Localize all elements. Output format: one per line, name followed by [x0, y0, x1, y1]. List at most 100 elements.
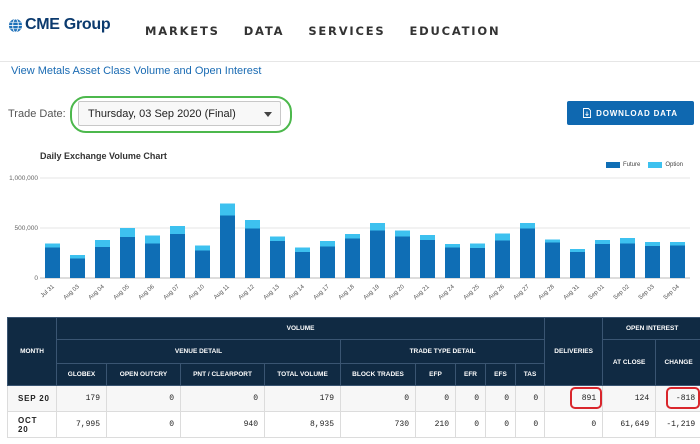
bar-future: [45, 247, 60, 278]
bar-future: [170, 234, 185, 278]
open-outcry-cell: 0: [106, 411, 181, 438]
bar-future: [195, 250, 210, 278]
bar-future: [595, 244, 610, 278]
x-tick-label: Aug 20: [388, 284, 407, 302]
bar-option: [470, 243, 485, 248]
efp-cell: 210: [415, 411, 456, 438]
change-cell: -1,219: [655, 411, 700, 438]
bar-future: [545, 242, 560, 278]
table-row: SEP 20 179 0 0 179 0 0 0 0 0 891 124 -81…: [7, 385, 700, 412]
bar-option: [670, 242, 685, 246]
document-download-icon: [583, 108, 592, 118]
block-trades-cell: 0: [340, 385, 416, 412]
header-change: CHANGE: [655, 339, 700, 386]
x-tick-label: Aug 24: [438, 284, 457, 302]
bar-future: [395, 236, 410, 278]
trade-date-value: Thursday, 03 Sep 2020 (Final): [88, 108, 236, 120]
bar-option: [370, 223, 385, 231]
header-open-interest: OPEN INTEREST: [602, 317, 700, 340]
efr-cell: 0: [455, 385, 486, 412]
bar-option: [70, 255, 85, 259]
x-tick-label: Sep 04: [663, 284, 682, 302]
x-tick-label: Aug 27: [513, 284, 532, 302]
bar-option: [595, 240, 610, 244]
bar-future: [320, 246, 335, 278]
x-tick-label: Aug 05: [113, 284, 132, 302]
x-tick-label: Aug 28: [538, 284, 557, 302]
x-tick-label: Aug 12: [238, 284, 257, 302]
header-efs: EFS: [485, 363, 516, 386]
tas-cell: 0: [514, 385, 546, 412]
bar-future: [295, 252, 310, 278]
bar-future: [370, 230, 385, 278]
bar-future: [70, 258, 85, 278]
bar-option: [420, 235, 435, 240]
trade-date-select[interactable]: Thursday, 03 Sep 2020 (Final): [78, 101, 281, 126]
bar-option: [320, 241, 335, 247]
bar-future: [220, 215, 235, 278]
bar-future: [670, 245, 685, 278]
bar-future: [345, 238, 360, 278]
deliveries-cell: 0: [544, 411, 604, 438]
at-close-cell: 61,649: [602, 411, 657, 438]
x-tick-label: Aug 14: [288, 284, 307, 302]
x-tick-label: Aug 19: [363, 284, 382, 302]
bar-future: [470, 248, 485, 278]
efp-cell: 0: [415, 385, 456, 412]
header-efr: EFR: [455, 363, 486, 386]
nav-markets[interactable]: MARKETS: [145, 24, 220, 38]
x-tick-label: Aug 03: [63, 284, 82, 302]
x-tick-label: Sep 03: [638, 284, 657, 302]
volume-chart: 1,000,000 500,000 0Jul 31 Aug 03 Aug 04 Aug 0…: [9, 175, 690, 302]
globex-cell: 7,995: [56, 411, 107, 438]
bar-option: [195, 245, 210, 251]
efr-cell: 0: [455, 411, 486, 438]
bar-future: [245, 228, 260, 278]
nav-services[interactable]: SERVICES: [308, 24, 385, 38]
x-tick-label: Aug 26: [488, 284, 507, 302]
top-navigation-bar: CME Group MARKETS DATA SERVICES EDUCATIO…: [0, 0, 700, 62]
block-trades-cell: 730: [340, 411, 416, 438]
cme-group-logo[interactable]: CME Group: [8, 16, 111, 34]
header-block-trades: BLOCK TRADES: [340, 363, 416, 386]
header-venue-detail: VENUE DETAIL: [56, 339, 341, 364]
header-trade-type-detail: TRADE TYPE DETAIL: [339, 339, 546, 364]
header-tas: TAS: [514, 363, 546, 386]
bar-future: [95, 247, 110, 278]
bar-future: [270, 241, 285, 278]
change-highlight-annotation: [666, 387, 700, 409]
x-tick-label: Aug 31: [563, 284, 582, 302]
x-tick-label: Aug 06: [138, 284, 157, 302]
bar-future: [145, 243, 160, 278]
bar-option: [345, 234, 360, 239]
total-volume-cell: 8,935: [264, 411, 341, 438]
globe-icon: [8, 18, 23, 32]
bar-option: [45, 243, 60, 248]
download-data-button[interactable]: DOWNLOAD DATA: [567, 101, 694, 125]
globex-cell: 179: [56, 385, 107, 412]
bar-future: [570, 252, 585, 278]
total-volume-cell: 179: [264, 385, 341, 412]
x-tick-label: Aug 13: [263, 284, 282, 302]
efs-cell: 0: [485, 385, 516, 412]
nav-data[interactable]: DATA: [244, 24, 285, 38]
bar-option: [220, 203, 235, 216]
bar-future: [120, 237, 135, 278]
asset-class-link[interactable]: View Metals Asset Class Volume and Open …: [11, 65, 261, 77]
nav-education[interactable]: EDUCATION: [409, 24, 500, 38]
x-tick-label: Jul 31: [40, 284, 56, 300]
header-pnt-clearport: PNT / CLEARPORT: [180, 363, 265, 386]
bar-option: [620, 238, 635, 244]
header-total-volume: TOTAL VOLUME: [264, 363, 341, 386]
bar-option: [245, 220, 260, 229]
y-tick-label: 500,000: [15, 225, 39, 232]
header-at-close: AT CLOSE: [602, 339, 657, 386]
month-cell: OCT 20: [7, 411, 57, 438]
bar-option: [495, 233, 510, 241]
header-efp: EFP: [415, 363, 456, 386]
bar-option: [520, 223, 535, 229]
bar-option: [120, 228, 135, 237]
bar-option: [645, 242, 660, 246]
bar-option: [295, 247, 310, 252]
caret-down-icon: [264, 112, 272, 117]
